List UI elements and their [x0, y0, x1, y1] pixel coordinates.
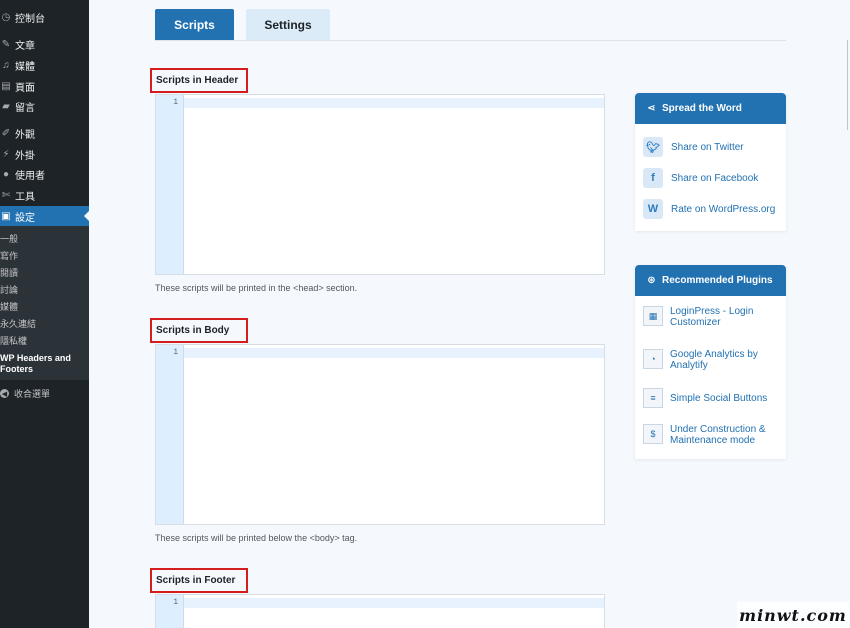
plugin-link-simple-social-buttons[interactable]: ≡ Simple Social Buttons	[643, 388, 781, 408]
comment-icon: ▰	[2, 100, 10, 112]
menu-item-pages[interactable]: ▤ 頁面	[0, 76, 89, 96]
spread-the-word-card: ⋖ Spread the Word 🐦︎ Share on Twitter f …	[635, 93, 786, 231]
plugin-label: Simple Social Buttons	[670, 393, 768, 404]
plugin-label-line1: Google Analytics by	[670, 349, 758, 360]
section-title-footer-text: Scripts in Footer	[156, 575, 236, 586]
line-number: 1	[173, 98, 178, 107]
recommended-plugins-card: ⊛ Recommended Plugins ▦ LoginPress - Log…	[635, 265, 786, 459]
submenu-item-discussion[interactable]: 討論	[0, 285, 18, 296]
admin-sidebar: ◷ 控制台 ✎ 文章 ♫ 媒體 ▤ 頁面 ▰ 留言 ✐ 外觀 ⚡ 外掛 ● 使用…	[0, 0, 89, 628]
menu-item-plugins[interactable]: ⚡ 外掛	[0, 144, 89, 164]
section-title-header-text: Scripts in Header	[156, 75, 239, 86]
menu-item-appearance[interactable]: ✐ 外觀	[0, 123, 89, 143]
page-edge-divider	[847, 40, 848, 130]
collapse-menu-label: 收合選單	[14, 389, 51, 399]
page-icon: ▤	[1, 80, 11, 92]
menu-item-dashboard[interactable]: ◷ 控制台	[0, 7, 89, 27]
twitter-icon: 🐦︎	[643, 137, 663, 157]
share-facebook-link[interactable]: f Share on Facebook	[643, 168, 758, 188]
line-number: 1	[173, 348, 178, 357]
settings-submenu: 一般 寫作 閱讀 討論 媒體 永久連結 隱私權 WP Headers and F…	[0, 226, 89, 380]
body-scripts-editor[interactable]: 1	[155, 344, 605, 525]
plugin-label-line2: Maintenance mode	[670, 435, 756, 446]
submenu-item-wp-headers-footers[interactable]: WP Headers and Footers	[0, 353, 80, 375]
section-title-footer: Scripts in Footer	[150, 568, 248, 593]
active-line-highlight	[184, 348, 604, 358]
plugin-label-line2: Customizer	[670, 317, 721, 328]
plugin-label-line1: Under Construction &	[670, 424, 766, 435]
active-line-highlight	[184, 598, 604, 608]
section-title-body-text: Scripts in Body	[156, 325, 230, 336]
recommended-plugins-header: ⊛ Recommended Plugins	[635, 265, 786, 296]
header-scripts-description: These scripts will be printed in the <he…	[155, 283, 358, 293]
header-scripts-editor[interactable]: 1	[155, 94, 605, 275]
facebook-icon: f	[643, 168, 663, 188]
submenu-item-privacy[interactable]: 隱私權	[0, 336, 27, 347]
collapse-icon: ◀	[0, 389, 9, 398]
active-line-highlight	[184, 98, 604, 108]
line-number: 1	[173, 598, 178, 607]
watermark: minwt.com	[737, 602, 849, 628]
rate-wordpress-link[interactable]: W Rate on WordPress.org	[643, 199, 775, 219]
plugin-label: Google Analytics by Analytify	[670, 349, 758, 371]
social-buttons-icon: ≡	[643, 388, 663, 408]
spread-the-word-header: ⋖ Spread the Word	[635, 93, 786, 124]
tab-scripts[interactable]: Scripts	[155, 9, 234, 41]
plugin-badge-icon: ⊛	[647, 275, 656, 286]
menu-item-comments[interactable]: ▰ 留言	[0, 96, 89, 116]
menu-item-users[interactable]: ● 使用者	[0, 164, 89, 184]
footer-scripts-editor[interactable]: 1	[155, 594, 605, 628]
pin-icon: ✎	[1, 38, 11, 50]
tab-settings[interactable]: Settings	[246, 9, 330, 41]
dashboard-icon: ◷	[1, 11, 11, 23]
plugin-label: LoginPress - Login Customizer	[670, 306, 753, 328]
loginpress-icon: ▦	[643, 306, 663, 326]
submenu-item-permalinks[interactable]: 永久連結	[0, 319, 36, 330]
rate-wordpress-label: Rate on WordPress.org	[671, 203, 776, 215]
media-icon: ♫	[2, 59, 10, 71]
settings-icon: ▣	[1, 210, 11, 222]
plugin-link-under-construction[interactable]: $ Under Construction & Maintenance mode	[643, 424, 781, 446]
share-twitter-label: Share on Twitter	[671, 141, 744, 153]
plugin-label-line2: Analytify	[670, 360, 708, 371]
menu-item-media[interactable]: ♫ 媒體	[0, 55, 89, 75]
submenu-item-general[interactable]: 一般	[0, 234, 18, 245]
wordpress-icon: W	[643, 199, 663, 219]
plugin-label: Under Construction & Maintenance mode	[670, 424, 766, 446]
menu-item-posts[interactable]: ✎ 文章	[0, 34, 89, 54]
submenu-item-media[interactable]: 媒體	[0, 302, 18, 313]
recommended-plugins-title: Recommended Plugins	[662, 275, 773, 286]
plugin-link-loginpress[interactable]: ▦ LoginPress - Login Customizer	[643, 306, 781, 328]
section-title-body: Scripts in Body	[150, 318, 248, 343]
share-twitter-link[interactable]: 🐦︎ Share on Twitter	[643, 137, 744, 157]
body-scripts-description: These scripts will be printed below the …	[155, 533, 358, 543]
share-icon: ⋖	[647, 103, 656, 114]
brush-icon: ✐	[1, 127, 11, 139]
share-facebook-label: Share on Facebook	[671, 172, 759, 184]
plugin-label-line1: LoginPress - Login	[670, 306, 754, 317]
collapse-menu-button[interactable]: ◀ 收合選單	[0, 387, 50, 400]
analytify-icon: ◔	[643, 349, 663, 369]
plugin-link-analytify[interactable]: ◔ Google Analytics by Analytify	[643, 349, 781, 371]
submenu-item-reading[interactable]: 閱讀	[0, 268, 18, 279]
submenu-item-writing[interactable]: 寫作	[0, 251, 18, 262]
line-gutter	[156, 95, 184, 274]
under-construction-icon: $	[643, 424, 663, 444]
spread-the-word-title: Spread the Word	[662, 103, 742, 114]
plugin-icon: ⚡	[2, 148, 10, 160]
tab-divider	[155, 40, 786, 41]
line-gutter	[156, 345, 184, 524]
section-title-header: Scripts in Header	[150, 68, 248, 93]
current-menu-arrow	[84, 211, 89, 221]
menu-item-settings[interactable]: ▣ 設定	[0, 206, 89, 226]
wrench-icon: ✄	[1, 189, 11, 201]
user-icon: ●	[2, 168, 10, 180]
menu-item-tools[interactable]: ✄ 工具	[0, 185, 89, 205]
